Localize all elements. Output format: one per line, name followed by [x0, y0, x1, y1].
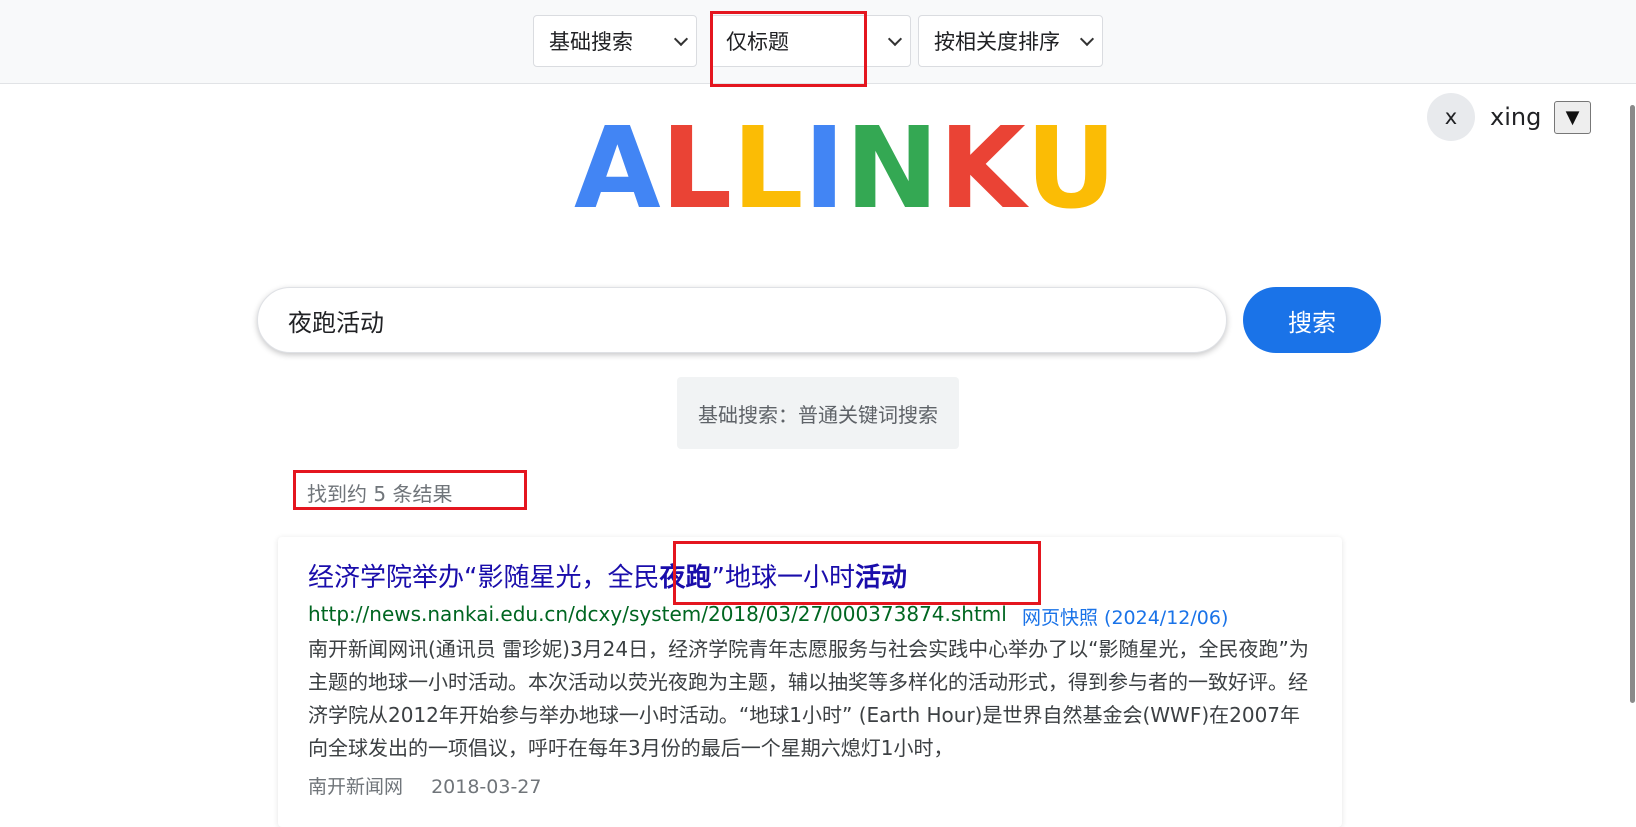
search-input[interactable]	[286, 305, 1190, 335]
search-mode-hint: 基础搜索：普通关键词搜索	[677, 377, 959, 449]
logo-letter: K	[938, 104, 1026, 234]
search-button[interactable]: 搜索	[1243, 287, 1381, 353]
logo-letter: A	[574, 104, 661, 234]
sort-order-value: 按相关度排序	[934, 30, 1060, 54]
avatar[interactable]: x	[1427, 93, 1475, 141]
logo-letter: L	[660, 104, 733, 234]
search-box[interactable]	[257, 287, 1227, 353]
search-mode-select[interactable]: 基础搜索	[533, 15, 697, 67]
highlight-box-count	[293, 470, 527, 510]
logo-letter: I	[803, 104, 846, 234]
chevron-down-icon	[673, 31, 689, 47]
allinku-logo: ALLINKU	[574, 108, 1117, 230]
sort-order-select[interactable]: 按相关度排序	[918, 15, 1103, 67]
logo-letter: L	[732, 104, 804, 234]
user-menu-toggle-button[interactable]: ▼	[1554, 101, 1591, 134]
highlight-box-scope	[710, 11, 867, 87]
highlight-box-title-keywords	[673, 541, 1041, 605]
result-url[interactable]: http://news.nankai.edu.cn/dcxy/system/20…	[308, 602, 1007, 626]
chevron-down-icon	[1079, 31, 1095, 47]
result-meta: 南开新闻网 2018-03-27	[308, 772, 541, 799]
title-text: 经济学院举办“影随星光，全民	[308, 563, 660, 593]
logo-letter: U	[1025, 104, 1117, 234]
result-source: 南开新闻网	[308, 776, 404, 798]
result-date: 2018-03-27	[431, 776, 542, 798]
search-mode-value: 基础搜索	[549, 30, 633, 54]
user-info: x xing	[1427, 93, 1541, 141]
user-name: xing	[1490, 103, 1542, 131]
result-snippet: 南开新闻网讯(通讯员 雷珍妮)3月24日，经济学院青年志愿服务与社会实践中心举办…	[308, 637, 1309, 760]
result-cache-link[interactable]: 网页快照 (2024/12/06)	[1022, 603, 1228, 630]
scrollbar[interactable]	[1630, 105, 1635, 703]
logo-letter: N	[845, 104, 939, 234]
chevron-down-icon	[887, 31, 903, 47]
